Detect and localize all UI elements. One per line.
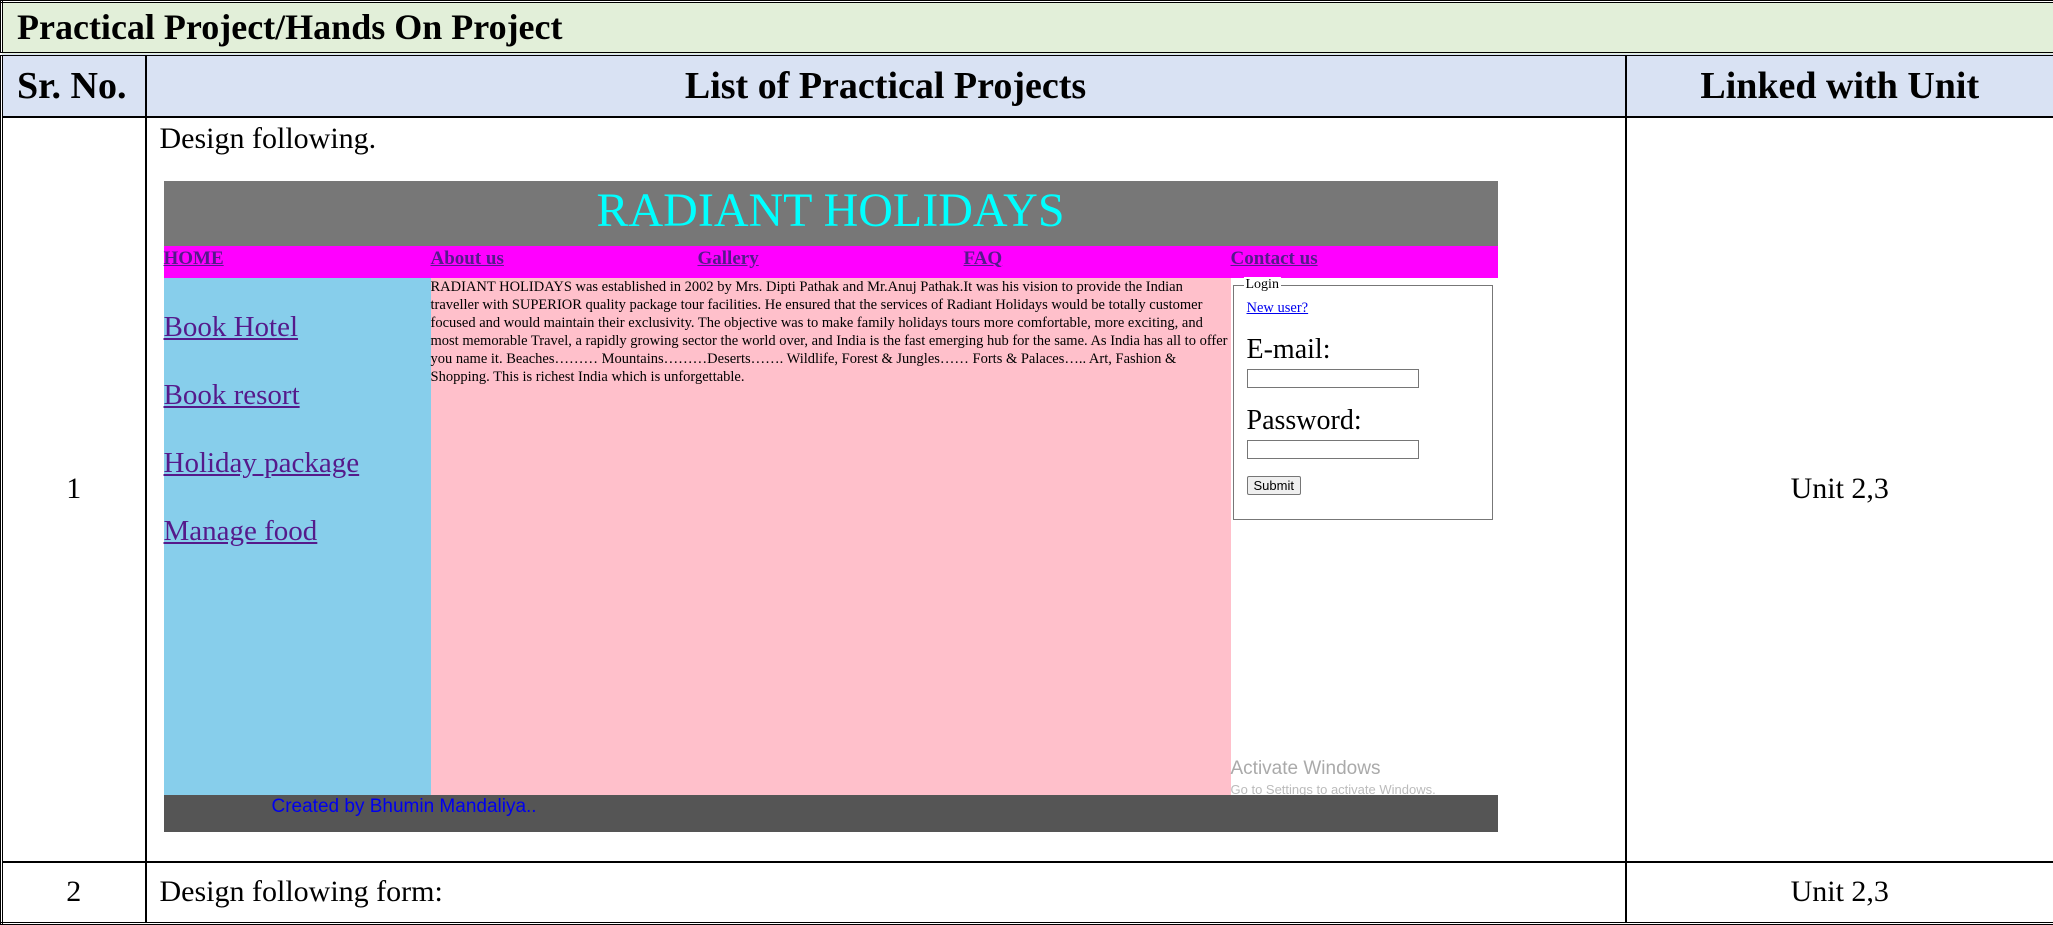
- table-row: 2 Design following form: Unit 2,3: [2, 862, 2053, 924]
- nav-link-home[interactable]: HOME: [164, 246, 224, 272]
- email-field[interactable]: [1247, 369, 1419, 388]
- website-mockup: RADIANT HOLIDAYS HOME About us Gallery F…: [164, 181, 1498, 832]
- sr-no-header: Sr. No.: [2, 54, 146, 117]
- activate-windows-watermark: Activate Windows: [1231, 758, 1381, 780]
- site-login-column: Login New user? E-mail: Password: Submit: [1231, 278, 1498, 796]
- sidebar-link-manage-food[interactable]: Manage food: [164, 515, 318, 548]
- table-title: Practical Project/Hands On Project: [2, 2, 2053, 54]
- list-header: List of Practical Projects: [146, 54, 1626, 117]
- title-row: Practical Project/Hands On Project: [2, 2, 2053, 54]
- description-cell: Design following. RADIANT HOLIDAYS HOME …: [146, 117, 1626, 862]
- about-paragraph: RADIANT HOLIDAYS was established in 2002…: [431, 278, 1231, 386]
- nav-link-gallery[interactable]: Gallery: [698, 246, 759, 272]
- nav-link-contact[interactable]: Contact us: [1231, 246, 1318, 272]
- description-cell: Design following form:: [146, 862, 1626, 924]
- site-main-content: RADIANT HOLIDAYS was established in 2002…: [431, 278, 1231, 796]
- sr-cell: 2: [2, 862, 146, 924]
- password-label: Password:: [1247, 405, 1362, 437]
- login-fieldset: Login New user? E-mail: Password: Submit: [1233, 285, 1493, 520]
- new-user-link[interactable]: New user?: [1247, 300, 1309, 317]
- header-row: Sr. No. List of Practical Projects Linke…: [2, 54, 2053, 117]
- site-footer: Created by Bhumin Mandaliya..: [164, 795, 1498, 832]
- site-nav-bar: HOME About us Gallery FAQ Contact us: [164, 246, 1498, 278]
- sidebar-link-holiday-package[interactable]: Holiday package: [164, 447, 360, 480]
- practical-project-table: Practical Project/Hands On Project Sr. N…: [0, 0, 2053, 925]
- password-field[interactable]: [1247, 440, 1419, 459]
- nav-link-faq[interactable]: FAQ: [964, 246, 1003, 272]
- site-header-title: RADIANT HOLIDAYS: [164, 181, 1498, 246]
- email-label: E-mail:: [1247, 334, 1331, 366]
- site-sidebar: Book Hotel Book resort Holiday package M…: [164, 278, 431, 796]
- submit-button[interactable]: Submit: [1247, 476, 1301, 495]
- sidebar-link-book-resort[interactable]: Book resort: [164, 379, 300, 412]
- sidebar-link-book-hotel[interactable]: Book Hotel: [164, 311, 299, 344]
- nav-link-about[interactable]: About us: [431, 246, 504, 272]
- activate-windows-subtext: Go to Settings to activate Windows.: [1231, 782, 1436, 796]
- table-row: 1 Design following. RADIANT HOLIDAYS HOM…: [2, 117, 2053, 862]
- unit-cell: Unit 2,3: [1626, 862, 2053, 924]
- sr-cell: 1: [2, 117, 146, 862]
- design-instruction: Design following.: [160, 122, 377, 156]
- footer-credit: Created by Bhumin Mandaliya..: [272, 795, 537, 819]
- unit-cell: Unit 2,3: [1626, 117, 2053, 862]
- linked-header: Linked with Unit: [1626, 54, 2053, 117]
- login-legend: Login: [1244, 277, 1281, 293]
